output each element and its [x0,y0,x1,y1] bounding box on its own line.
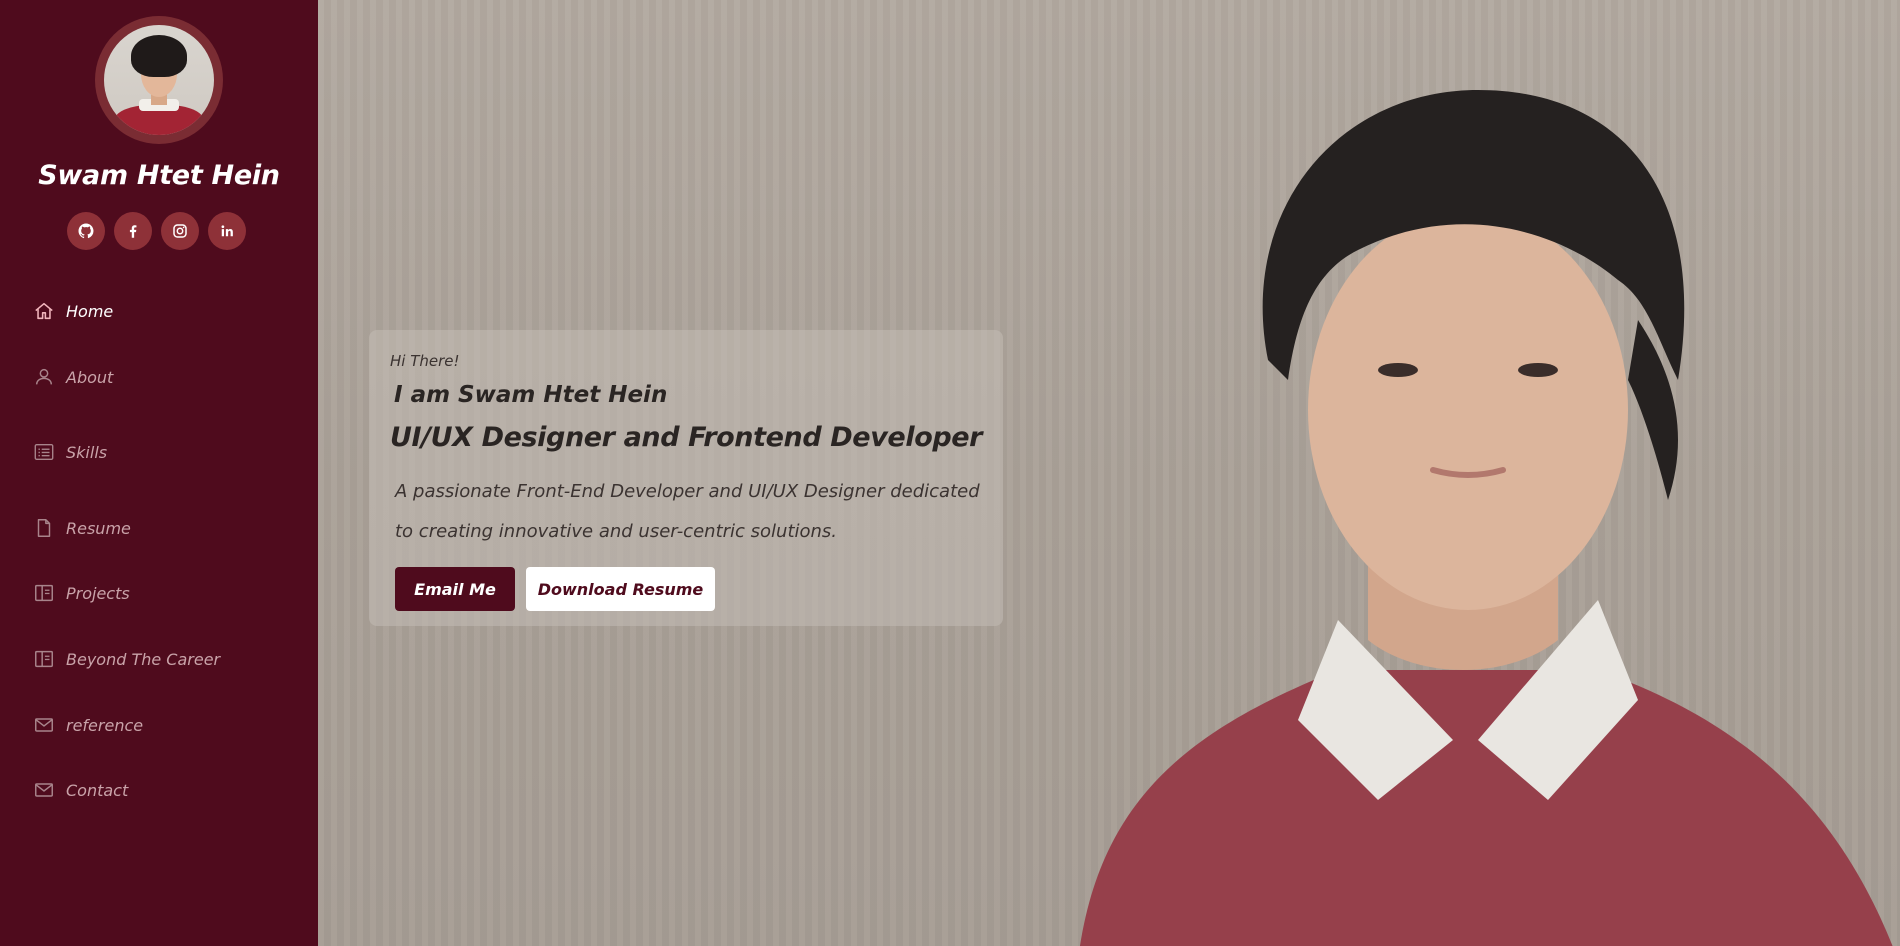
email-me-button[interactable]: Email Me [395,567,515,611]
nav-item-projects[interactable]: Projects [32,581,130,605]
mail-icon [32,713,56,737]
home-icon [32,299,56,323]
linkedin-icon [221,225,233,237]
hero-portrait [1038,80,1900,946]
document-icon [32,516,56,540]
instagram-icon [173,224,187,238]
nav-label: About [66,367,114,387]
download-resume-button[interactable]: Download Resume [526,567,715,611]
linkedin-link[interactable] [208,212,246,250]
nav-item-reference[interactable]: reference [32,713,143,737]
sidebar: Swam Htet Hein Home About Skills Resume … [0,0,318,946]
github-link[interactable] [67,212,105,250]
hero-section: Hi There! I am Swam Htet Hein UI/UX Desi… [318,0,1900,946]
portfolio-page: Swam Htet Hein Home About Skills Resume … [0,0,1900,946]
facebook-icon [129,225,137,238]
nav-label: Home [66,301,114,321]
avatar [95,16,223,144]
github-icon [78,223,94,239]
hero-description: A passionate Front-End Developer and UI/… [395,481,980,542]
list-icon [32,440,56,464]
user-icon [32,365,56,389]
nav-label: Contact [66,780,129,800]
nav-label: Projects [66,583,130,603]
role-heading: UI/UX Designer and Frontend Developer [390,422,983,453]
intro-heading: I am Swam Htet Hein [394,382,668,408]
social-links [67,212,246,250]
profile-photo [104,25,214,135]
mail-icon [32,778,56,802]
nav-item-home[interactable]: Home [32,299,113,323]
nav-item-beyond-the-career[interactable]: Beyond The Career [32,647,220,671]
instagram-link[interactable] [161,212,199,250]
nav-label: reference [66,715,144,735]
nav-label: Beyond The Career [66,649,221,669]
profile-name: Swam Htet Hein [38,160,280,191]
nav-item-contact[interactable]: Contact [32,778,128,802]
book-icon [32,647,56,671]
facebook-link[interactable] [114,212,152,250]
nav-label: Resume [66,518,131,538]
intro-card: Hi There! I am Swam Htet Hein UI/UX Desi… [369,330,1003,626]
book-icon [32,581,56,605]
nav-item-about[interactable]: About [32,365,113,389]
nav-item-skills[interactable]: Skills [32,440,107,464]
nav-item-resume[interactable]: Resume [32,516,131,540]
nav-label: Skills [66,442,108,462]
greeting-text: Hi There! [390,352,460,370]
